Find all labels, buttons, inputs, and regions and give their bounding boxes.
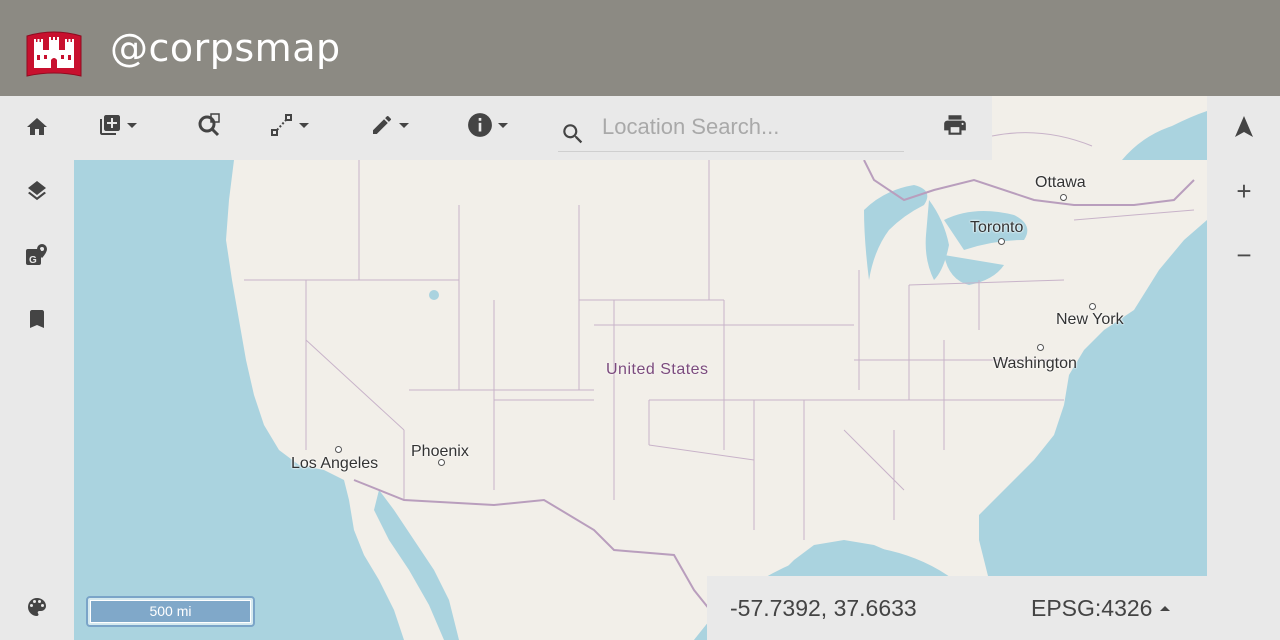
city-marker	[1037, 344, 1044, 351]
app-title: @corpsmap	[110, 26, 341, 70]
add-layer-icon	[100, 115, 120, 135]
castle-logo-icon	[26, 31, 82, 77]
draw-button[interactable]	[370, 110, 409, 140]
city-marker	[1089, 303, 1096, 310]
city-marker	[998, 238, 1005, 245]
home-icon	[27, 118, 47, 135]
right-sidebar: + −	[1207, 96, 1280, 640]
city-label: Ottawa	[1035, 174, 1086, 191]
location-search-input[interactable]	[602, 112, 902, 142]
basemap-style-button[interactable]	[22, 592, 52, 622]
city-marker	[438, 459, 445, 466]
north-arrow-button[interactable]	[1229, 112, 1259, 142]
chevron-down-icon	[127, 122, 137, 128]
scale-label: 500 mi	[90, 600, 251, 623]
measure-button[interactable]	[270, 110, 309, 140]
location-search	[558, 104, 904, 152]
projection-selector[interactable]: EPSG:4326	[1031, 595, 1171, 622]
scale-bar: 500 mi	[86, 596, 255, 627]
layers-icon	[28, 181, 46, 201]
basemap	[74, 160, 1207, 640]
info-icon	[468, 113, 492, 137]
map-toolbar	[74, 96, 992, 160]
palette-icon	[28, 598, 46, 616]
identify-button[interactable]	[467, 110, 508, 140]
coordinate-panel: -57.7392, 37.6633 EPSG:4326	[707, 576, 1207, 640]
map-canvas-top[interactable]	[992, 96, 1207, 160]
app-header: @corpsmap	[0, 0, 1280, 96]
city-label: Washington	[993, 355, 1077, 372]
city-label: Toronto	[970, 219, 1024, 236]
chevron-down-icon	[299, 122, 309, 128]
app-root: @corpsmap United States Ottawa Toronto N…	[0, 0, 1280, 640]
draw-pencil-icon	[373, 115, 392, 134]
city-marker	[1060, 194, 1067, 201]
zoom-to-area-button[interactable]	[196, 110, 222, 140]
bookmarks-button[interactable]	[22, 304, 52, 334]
print-icon	[944, 115, 966, 135]
geo-map-marker-icon: G	[26, 244, 47, 266]
cursor-coordinates: -57.7392, 37.6633	[730, 595, 917, 621]
map-canvas[interactable]: United States Ottawa Toronto New York Wa…	[74, 160, 1207, 640]
city-marker	[335, 446, 342, 453]
city-label: Los Angeles	[291, 455, 379, 472]
country-label: United States	[606, 361, 709, 378]
bookmark-icon	[30, 310, 44, 328]
city-label: New York	[1056, 311, 1124, 328]
search-icon[interactable]	[560, 121, 586, 147]
left-sidebar: G	[0, 96, 74, 640]
add-layer-button[interactable]	[98, 110, 137, 140]
measure-icon	[271, 114, 292, 136]
north-arrow-icon	[1235, 116, 1253, 137]
zoom-in-button[interactable]: +	[1229, 176, 1259, 206]
chevron-up-icon	[1160, 606, 1171, 611]
projection-label: EPSG:4326	[1031, 595, 1153, 621]
svg-text:G: G	[29, 255, 37, 266]
print-button[interactable]	[942, 110, 968, 140]
chevron-down-icon	[498, 122, 508, 128]
home-button[interactable]	[22, 112, 52, 142]
zoom-to-area-icon	[198, 113, 220, 137]
chevron-down-icon	[399, 122, 409, 128]
layers-button[interactable]	[22, 176, 52, 206]
geo-services-button[interactable]: G	[22, 240, 52, 270]
zoom-out-button[interactable]: −	[1229, 240, 1259, 270]
